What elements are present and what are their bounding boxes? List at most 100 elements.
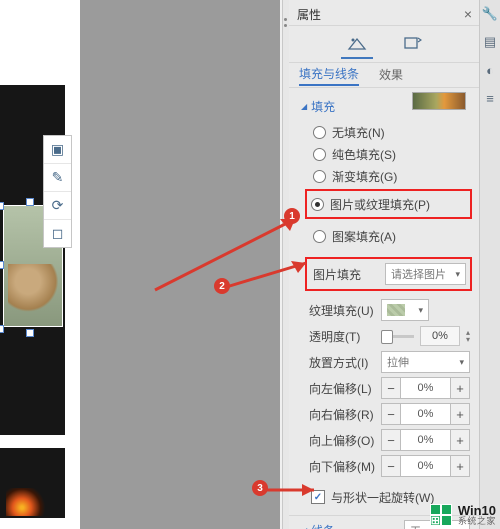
fill-mode-icon[interactable]	[347, 35, 367, 53]
num-value: 0%	[401, 429, 450, 451]
slide-shape-dark-2	[0, 448, 65, 518]
offset-left-input[interactable]: −0%+	[381, 377, 470, 399]
texture-select[interactable]: ▾	[381, 299, 429, 321]
select-value: 无	[410, 523, 421, 529]
panel-mode-icons	[289, 26, 480, 63]
radio-solid-fill[interactable]: 纯色填充(S)	[313, 143, 470, 165]
panel-close-icon[interactable]: ×	[464, 6, 472, 22]
panel-body: 填充 无填充(N) 纯色填充(S) 渐变填充(G) 图片或纹理填充(P) 图案填…	[289, 88, 480, 529]
minus-icon[interactable]: −	[381, 455, 401, 477]
num-value: 0%	[401, 377, 450, 399]
panel-title: 属性	[297, 6, 321, 23]
texture-swatch-icon	[387, 304, 405, 316]
offset-right-label: 向右偏移(R)	[309, 406, 381, 423]
offset-top-input[interactable]: −0%+	[381, 429, 470, 451]
floating-toolbox: ▣ ✎ ⟳ ◻	[43, 135, 72, 248]
canvas-area[interactable]: ▣ ✎ ⟳ ◻	[0, 0, 280, 529]
offset-bottom-input[interactable]: −0%+	[381, 455, 470, 477]
selection-handle[interactable]	[0, 325, 4, 333]
tool-edit-icon[interactable]: ✎	[44, 164, 71, 192]
radio-icon	[313, 230, 326, 243]
radio-no-fill[interactable]: 无填充(N)	[313, 121, 470, 143]
opacity-value: 0%	[420, 326, 460, 346]
num-value: 0%	[401, 403, 450, 425]
palette-icon[interactable]: ▤	[482, 34, 498, 50]
checkbox-label: 与形状一起旋转(W)	[331, 489, 434, 506]
offset-top-label: 向上偏移(O)	[309, 432, 381, 449]
selection-handle[interactable]	[0, 261, 4, 269]
annotation-red-box-1: 图片或纹理填充(P)	[305, 189, 472, 219]
radio-icon	[313, 126, 326, 139]
animation-icon[interactable]: ◐	[482, 62, 498, 78]
fire-photo	[6, 488, 46, 516]
minus-icon[interactable]: −	[381, 429, 401, 451]
radio-icon	[313, 148, 326, 161]
selection-handle[interactable]	[26, 198, 34, 206]
texture-fill-row: 纹理填充(U) ▾	[309, 297, 470, 323]
opacity-row: 透明度(T) 0% ▴▾	[309, 323, 470, 349]
offset-right-row: 向右偏移(R) −0%+	[309, 401, 470, 427]
tab-effects[interactable]: 效果	[379, 66, 403, 85]
tile-mode-row: 放置方式(I) 拉伸 ▾	[309, 349, 470, 375]
right-toolbar: 🔧 ▤ ◐ ≡	[479, 0, 500, 529]
texture-fill-label: 纹理填充(U)	[309, 302, 381, 319]
tab-fill-line[interactable]: 填充与线条	[299, 65, 359, 86]
step-badge-1: 1	[284, 208, 300, 224]
minus-icon[interactable]: −	[381, 377, 401, 399]
offset-left-label: 向左偏移(L)	[309, 380, 381, 397]
properties-panel: 属性 × 填充与线条 效果 填充 无填充(N) 纯色填充(S) 渐变填充(G)	[289, 0, 480, 529]
chevron-down-icon: ▾	[459, 357, 464, 368]
radio-picture-fill[interactable]: 图片或纹理填充(P)	[311, 193, 466, 215]
offset-right-input[interactable]: −0%+	[381, 403, 470, 425]
layers-icon[interactable]: ≡	[482, 90, 498, 106]
radio-icon	[313, 170, 326, 183]
slider-track[interactable]	[381, 335, 414, 338]
radio-label: 图片或纹理填充(P)	[330, 196, 430, 213]
watermark-logo-icon: ⊞	[430, 504, 452, 526]
fill-preview-swatch[interactable]	[412, 92, 466, 110]
select-value: 拉伸	[387, 354, 409, 370]
minus-icon[interactable]: −	[381, 403, 401, 425]
radio-label: 渐变填充(G)	[332, 168, 397, 185]
radio-label: 无填充(N)	[332, 124, 385, 141]
offset-top-row: 向上偏移(O) −0%+	[309, 427, 470, 453]
radio-gradient-fill[interactable]: 渐变填充(G)	[313, 165, 470, 187]
num-value: 0%	[401, 455, 450, 477]
checkbox-icon[interactable]	[311, 490, 325, 504]
effects-mode-icon[interactable]	[403, 35, 423, 53]
tool-image-icon[interactable]: ▣	[44, 136, 71, 164]
offset-bottom-row: 向下偏移(M) −0%+	[309, 453, 470, 479]
tile-mode-select[interactable]: 拉伸 ▾	[381, 351, 470, 373]
step-badge-3: 3	[252, 480, 268, 496]
tile-mode-label: 放置方式(I)	[309, 354, 381, 371]
radio-icon	[311, 198, 324, 211]
select-placeholder: 请选择图片	[391, 266, 446, 282]
opacity-slider[interactable]: 0% ▴▾	[381, 326, 470, 346]
opacity-stepper[interactable]: ▴▾	[466, 329, 470, 343]
chevron-down-icon: ▾	[459, 526, 464, 529]
plus-icon[interactable]: +	[450, 377, 470, 399]
plus-icon[interactable]: +	[450, 429, 470, 451]
radio-label: 纯色填充(S)	[332, 146, 396, 163]
slider-thumb[interactable]	[381, 330, 393, 344]
chevron-down-icon: ▾	[418, 305, 423, 316]
plus-icon[interactable]: +	[450, 455, 470, 477]
offset-bottom-label: 向下偏移(M)	[309, 458, 381, 475]
offset-left-row: 向左偏移(L) −0%+	[309, 375, 470, 401]
tool-rotate-icon[interactable]: ⟳	[44, 192, 71, 220]
plus-icon[interactable]: +	[450, 403, 470, 425]
picture-fill-select[interactable]: 请选择图片 ▾	[385, 263, 466, 285]
selection-handle[interactable]	[0, 202, 4, 210]
watermark: ⊞ Win10 系统之家	[430, 504, 496, 526]
radio-pattern-fill[interactable]: 图案填充(A)	[313, 225, 470, 247]
wrench-icon[interactable]: 🔧	[482, 6, 498, 22]
annotation-red-box-2: 图片填充 请选择图片 ▾	[305, 257, 472, 291]
watermark-sub: 系统之家	[458, 517, 496, 526]
selection-handle[interactable]	[26, 329, 34, 337]
opacity-label: 透明度(T)	[309, 328, 381, 345]
tool-crop-icon[interactable]: ◻	[44, 220, 71, 247]
step-badge-2: 2	[214, 278, 230, 294]
radio-label: 图案填充(A)	[332, 228, 396, 245]
panel-header: 属性 ×	[289, 0, 480, 26]
panel-tabs: 填充与线条 效果	[289, 63, 480, 88]
